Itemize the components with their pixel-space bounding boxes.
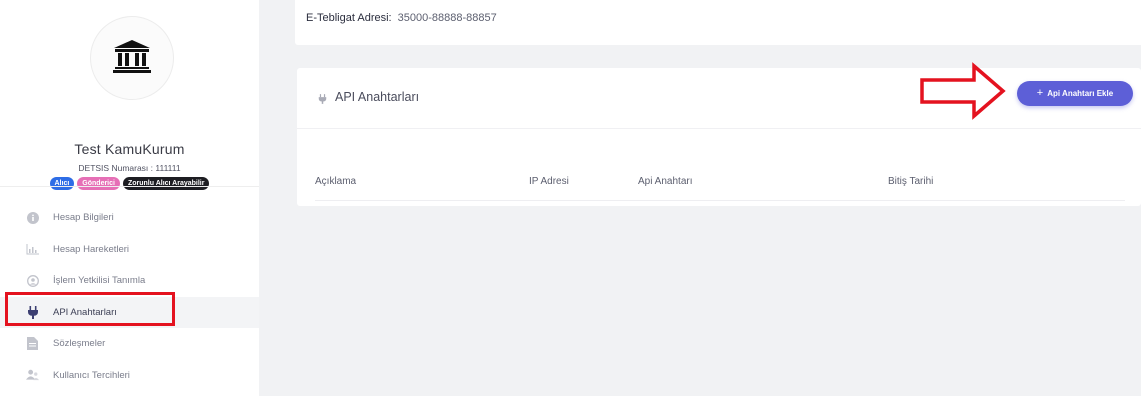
sidebar-item-label: Kullanıcı Tercihleri bbox=[53, 369, 130, 381]
etebligat-label: E-Tebligat Adresi: bbox=[306, 12, 392, 24]
badge-alici: Alıcı bbox=[49, 177, 75, 190]
info-icon bbox=[26, 211, 39, 224]
annotation-highlight-box bbox=[5, 292, 175, 326]
document-icon bbox=[26, 337, 39, 351]
card-header-divider bbox=[297, 128, 1141, 129]
sidebar-divider bbox=[0, 186, 259, 187]
etebligat-address: E-Tebligat Adresi: 35000-88888-88857 bbox=[306, 12, 497, 24]
table-divider bbox=[315, 200, 1125, 201]
sidebar-item-label: Sözleşmeler bbox=[53, 338, 106, 350]
sidebar-item-sozlesmeler[interactable]: Sözleşmeler bbox=[0, 328, 259, 360]
column-header-aciklama: Açıklama bbox=[315, 176, 357, 187]
column-header-ip-adresi: IP Adresi bbox=[529, 176, 569, 187]
etebligat-value: 35000-88888-88857 bbox=[397, 12, 497, 24]
sidebar-item-label: Hesap Bilgileri bbox=[53, 212, 114, 224]
plug-icon bbox=[318, 91, 327, 109]
sidebar-item-label: İşlem Yetkilisi Tanımla bbox=[53, 275, 146, 287]
sidebar-item-kullanici-tercihleri[interactable]: Kullanıcı Tercihleri bbox=[0, 360, 259, 392]
role-badges: Alıcı Gönderici Zorunlu Alıcı Arayabilir bbox=[0, 177, 259, 190]
detsis-number: DETSIS Numarası : 111111 bbox=[78, 163, 181, 173]
sidebar-item-label: Hesap Hareketleri bbox=[53, 243, 130, 255]
api-keys-card: API Anahtarları Açıklama IP Adresi Api A… bbox=[297, 68, 1141, 206]
add-api-key-button[interactable]: + Api Anahtarı Ekle bbox=[1017, 81, 1133, 106]
avatar bbox=[90, 16, 174, 100]
badge-zorunlu-alici: Zorunlu Alıcı Arayabilir bbox=[122, 177, 210, 190]
etebligat-card: E-Tebligat Adresi: 35000-88888-88857 bbox=[295, 0, 1141, 45]
sidebar: Test KamuKurum DETSIS Numarası : 111111 … bbox=[0, 0, 259, 396]
sidebar-item-hesap-hareketleri[interactable]: Hesap Hareketleri bbox=[0, 234, 259, 266]
chart-icon bbox=[26, 243, 39, 256]
plus-icon: + bbox=[1036, 87, 1044, 99]
user-circle-icon bbox=[26, 274, 39, 287]
users-icon bbox=[26, 369, 39, 382]
card-title: API Anahtarları bbox=[335, 90, 420, 104]
column-header-bitis-tarihi: Bitiş Tarihi bbox=[888, 176, 934, 187]
organization-name: Test KamuKurum bbox=[74, 141, 185, 157]
institution-building-icon bbox=[113, 39, 151, 78]
add-api-key-label: Api Anahtarı Ekle bbox=[1047, 89, 1114, 98]
badge-gonderici: Gönderici bbox=[77, 177, 120, 190]
sidebar-item-hesap-bilgileri[interactable]: Hesap Bilgileri bbox=[0, 202, 259, 234]
column-header-api-anahtari: Api Anahtarı bbox=[638, 176, 693, 187]
annotation-arrow-icon bbox=[918, 62, 1006, 125]
